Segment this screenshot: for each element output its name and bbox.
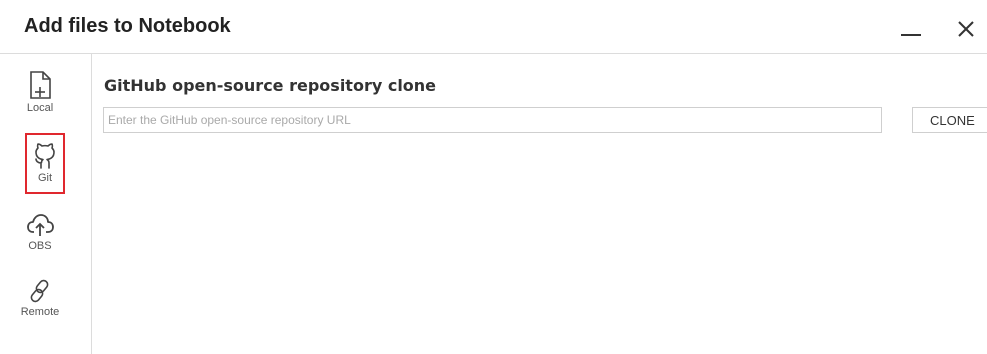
sidebar-item-label: Git [37,172,53,184]
dialog-title: Add files to Notebook [24,15,231,37]
sidebar-item-label: OBS [28,240,52,252]
cloud-upload-icon [27,214,54,236]
sidebar-item-local[interactable]: Local [12,70,68,128]
clone-button[interactable]: CLONE [912,107,987,133]
repository-url-input[interactable] [103,107,882,133]
file-add-icon [30,71,51,99]
sidebar-item-label: Local [26,102,54,114]
sidebar-item-obs[interactable]: OBS [12,212,68,270]
dialog-header: Add files to Notebook [0,0,987,54]
sidebar-item-git[interactable]: Git [25,133,65,194]
minimize-button[interactable] [899,14,925,40]
close-button[interactable] [954,14,984,44]
source-sidebar: Local Git OBS Remote [0,54,92,354]
close-icon [958,21,974,37]
link-icon [30,279,49,303]
sidebar-item-remote[interactable]: Remote [12,278,68,336]
minimize-icon [901,34,921,36]
section-heading: GitHub open-source repository clone [104,76,437,95]
github-icon [35,143,55,169]
sidebar-item-label: Remote [20,306,60,318]
